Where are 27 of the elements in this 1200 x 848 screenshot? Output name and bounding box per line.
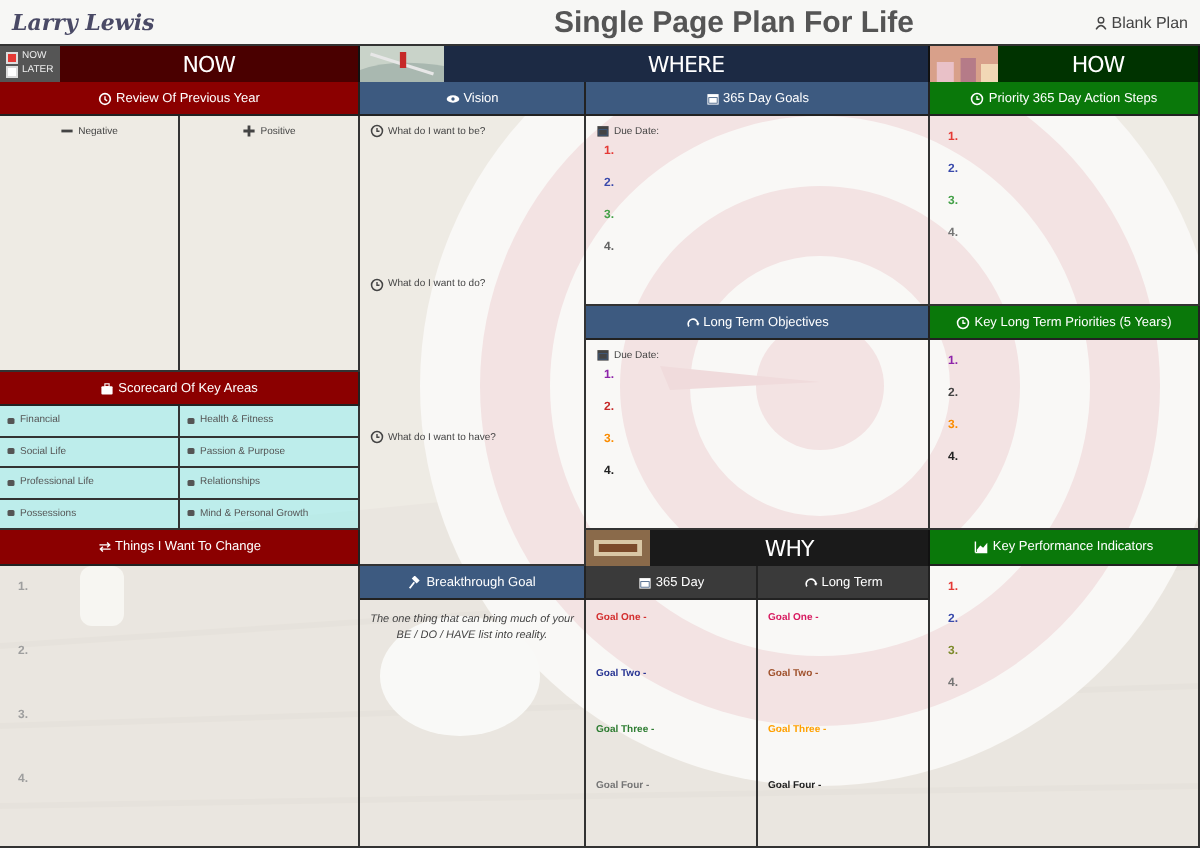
calendar-icon xyxy=(596,348,610,362)
exchange-arrows-icon xyxy=(97,540,111,554)
clock-icon xyxy=(370,430,384,444)
page-title: Single Page Plan For Life xyxy=(553,5,915,39)
calendar-icon xyxy=(596,124,610,138)
clock-icon xyxy=(370,124,384,138)
hammer-icon xyxy=(408,575,423,589)
eye-icon xyxy=(445,91,460,105)
clock-icon xyxy=(956,315,971,329)
curved-arrow-icon xyxy=(803,575,818,589)
curved-arrow-icon xyxy=(685,315,700,329)
briefcase-icon xyxy=(100,381,115,395)
clock-icon xyxy=(370,277,384,291)
plus-icon xyxy=(242,124,257,138)
blank-plan-button[interactable]: Blank Plan xyxy=(1093,13,1188,31)
calendar-icon xyxy=(705,91,719,105)
history-icon xyxy=(98,91,113,105)
logo: Larry Lewis xyxy=(12,9,155,35)
chart-icon xyxy=(974,540,989,554)
section-label: WHERE xyxy=(645,51,727,77)
section-label: NOW xyxy=(180,51,237,77)
minus-icon xyxy=(60,124,75,138)
person-icon xyxy=(1093,15,1108,29)
clock-icon xyxy=(970,91,985,105)
section-label: WHY xyxy=(762,535,817,561)
calendar-icon xyxy=(637,575,652,589)
section-label: HOW xyxy=(1069,51,1127,77)
